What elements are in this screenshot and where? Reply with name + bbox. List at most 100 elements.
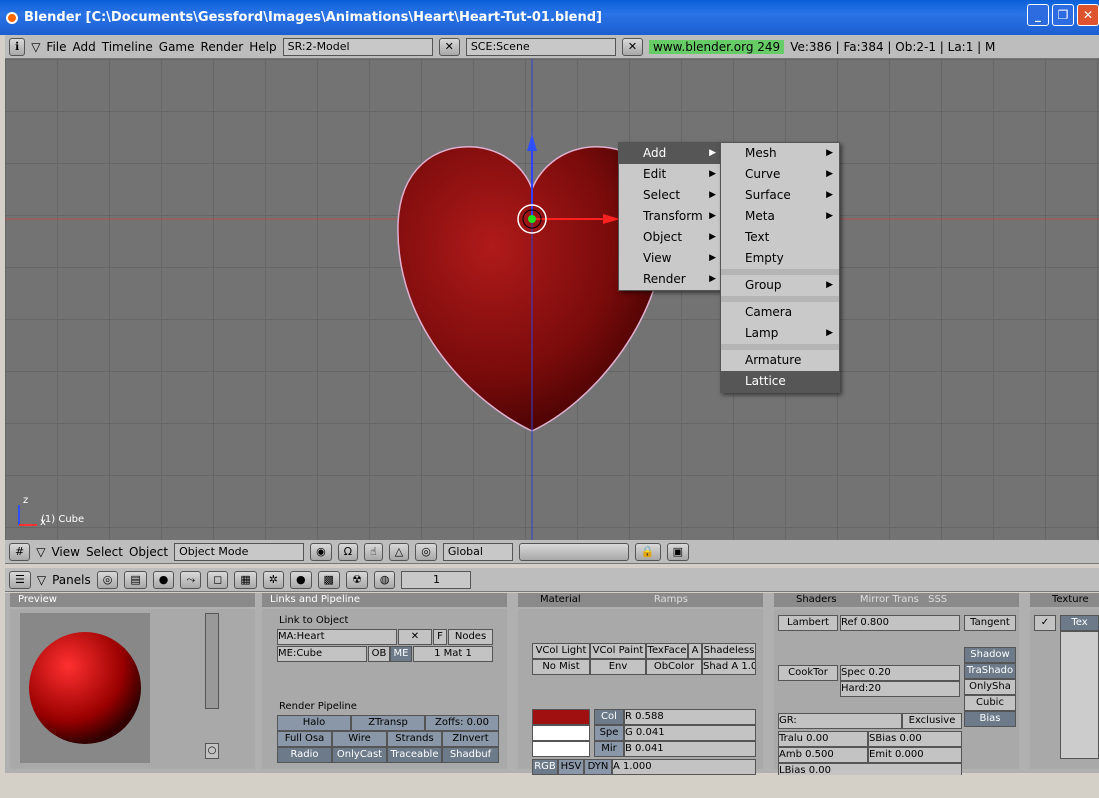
scene-delete-icon[interactable]: ✕ (621, 37, 644, 56)
emit-slider[interactable]: Emit 0.000 (868, 747, 962, 763)
cubic-button[interactable]: Cubic (964, 695, 1016, 711)
menu-item-curve[interactable]: Curve ▶ (721, 164, 839, 185)
zinvert-button[interactable]: ZInvert (442, 731, 499, 747)
frame-number-field[interactable]: 1 (401, 570, 472, 589)
context-object-icon[interactable]: ⤳ (180, 570, 202, 589)
collapse-icon[interactable]: ▽ (37, 573, 46, 587)
menu-item-lamp[interactable]: Lamp ▶ (721, 323, 839, 344)
tangent-button[interactable]: Tangent (964, 615, 1016, 631)
pivot-icon[interactable]: Ω (337, 542, 359, 561)
collapse-icon[interactable]: ▽ (31, 40, 40, 54)
sbias-slider[interactable]: SBias 0.00 (868, 731, 962, 747)
onlycast-button[interactable]: OnlyCast (332, 747, 387, 763)
green-slider[interactable]: G 0.041 (624, 725, 756, 741)
trashado-button[interactable]: TraShado (964, 663, 1016, 679)
draw-type-icon[interactable]: ◉ (310, 542, 332, 561)
collapse-icon[interactable]: ▽ (36, 545, 45, 559)
color-swatch-spe[interactable] (532, 725, 590, 741)
specular-shader-select[interactable]: CookTor (778, 665, 838, 681)
menu-view[interactable]: View (51, 545, 79, 559)
scene-selector[interactable]: SCE:Scene (465, 37, 616, 56)
texture-enable-checkbox[interactable]: ✓ (1034, 615, 1056, 631)
menu-game[interactable]: Game (159, 40, 195, 54)
mesh-name-field[interactable]: ME:Cube (277, 646, 367, 662)
obcolor-button[interactable]: ObColor (646, 659, 702, 675)
blue-slider[interactable]: B 0.041 (624, 741, 756, 757)
close-button[interactable]: ✕ (1077, 4, 1099, 26)
radio-button[interactable]: Radio (277, 747, 332, 763)
hsv-button[interactable]: HSV (558, 759, 584, 775)
ref-slider[interactable]: Ref 0.800 (840, 615, 960, 631)
mode-selector[interactable]: Object Mode (174, 542, 305, 561)
render-icon[interactable]: ▣ (666, 542, 689, 561)
spe-button[interactable]: Spe (594, 725, 624, 741)
vcol-light-button[interactable]: VCol Light (532, 643, 590, 659)
menu-file[interactable]: File (46, 40, 66, 54)
context-scene-icon[interactable]: ▦ (234, 570, 257, 589)
texture-channel-list[interactable] (1060, 631, 1099, 759)
editor-type-grid-icon[interactable]: # (9, 542, 31, 561)
3d-viewport[interactable]: z x (1) Cube Add ▶ Edit ▶ Select ▶ Transfor… (5, 59, 1099, 540)
manipulator-hand-icon[interactable]: ☝ (364, 542, 383, 561)
tab-shaders[interactable]: Shaders (796, 594, 837, 605)
tab-sss[interactable]: SSS (928, 594, 947, 605)
context-editing-icon[interactable]: ◻ (207, 570, 229, 589)
context-logic-icon[interactable]: ◎ (96, 570, 119, 589)
group-field[interactable]: GR: (778, 713, 902, 729)
menu-timeline[interactable]: Timeline (102, 40, 153, 54)
menu-add[interactable]: Add (73, 40, 96, 54)
context-script-icon[interactable]: ▤ (124, 570, 147, 589)
col-button[interactable]: Col (594, 709, 624, 725)
menu-item-meta[interactable]: Meta ▶ (721, 206, 839, 227)
amb-slider[interactable]: Amb 0.500 (778, 747, 868, 763)
wire-button[interactable]: Wire (332, 731, 387, 747)
preview-toggle-icon[interactable]: ○ (205, 743, 219, 759)
shadeless-button[interactable]: Shadeless (702, 643, 756, 659)
lamp-shading-icon[interactable]: ✲ (262, 570, 284, 589)
texface-button[interactable]: TexFace (646, 643, 688, 659)
material-name-field[interactable]: MA:Heart (277, 629, 397, 645)
tralu-slider[interactable]: Tralu 0.00 (778, 731, 868, 747)
manipulator-translate-icon[interactable]: △ (388, 542, 410, 561)
dyn-button[interactable]: DYN (584, 759, 612, 775)
color-swatch-mir[interactable] (532, 741, 590, 757)
menu-select[interactable]: Select (86, 545, 123, 559)
menu-item-object[interactable]: Object ▶ (619, 227, 722, 248)
menu-item-armature[interactable]: Armature (721, 350, 839, 371)
tab-mirror-trans[interactable]: Mirror Trans (860, 594, 919, 605)
nomist-button[interactable]: No Mist (532, 659, 590, 675)
a-button[interactable]: A (688, 643, 702, 659)
onlysha-button[interactable]: OnlySha (964, 679, 1016, 695)
preview-type-icons[interactable] (205, 613, 219, 709)
menu-item-group[interactable]: Group ▶ (721, 275, 839, 296)
fake-user-button[interactable]: F (433, 629, 447, 645)
spec-slider[interactable]: Spec 0.20 (840, 665, 960, 681)
ob-button[interactable]: OB (368, 646, 390, 662)
menu-item-mesh[interactable]: Mesh ▶ (721, 143, 839, 164)
menu-item-select[interactable]: Select ▶ (619, 185, 722, 206)
tab-texture[interactable]: Texture (1052, 594, 1089, 605)
preview-panel-header[interactable]: Preview (10, 593, 255, 607)
info-editor-type-icon[interactable]: ℹ (9, 37, 26, 56)
menu-item-lattice[interactable]: Lattice (721, 371, 839, 392)
diffuse-shader-select[interactable]: Lambert (778, 615, 838, 631)
links-panel-header[interactable]: Links and Pipeline (262, 593, 507, 607)
red-slider[interactable]: R 0.588 (624, 709, 756, 725)
alpha-slider[interactable]: A 1.000 (612, 759, 756, 775)
material-index-field[interactable]: 1 Mat 1 (413, 646, 493, 662)
menu-object[interactable]: Object (129, 545, 168, 559)
maximize-button[interactable]: ❐ (1052, 4, 1074, 26)
manipulator-rotate-icon[interactable]: ◎ (415, 542, 437, 561)
material-shading-icon[interactable]: ● (289, 570, 312, 589)
vcol-paint-button[interactable]: VCol Paint (590, 643, 646, 659)
ztransp-button[interactable]: ZTransp (351, 715, 425, 731)
world-icon[interactable]: ◍ (373, 570, 396, 589)
fullosa-button[interactable]: Full Osa (277, 731, 332, 747)
menu-item-empty[interactable]: Empty (721, 248, 839, 269)
layer-buttons[interactable] (518, 542, 629, 561)
tab-material[interactable]: Material (540, 594, 581, 605)
texture-shading-icon[interactable]: ▩ (317, 570, 340, 589)
radiosity-icon[interactable]: ☢ (345, 570, 368, 589)
orientation-selector[interactable]: Global (442, 542, 513, 561)
env-button[interactable]: Env (590, 659, 646, 675)
